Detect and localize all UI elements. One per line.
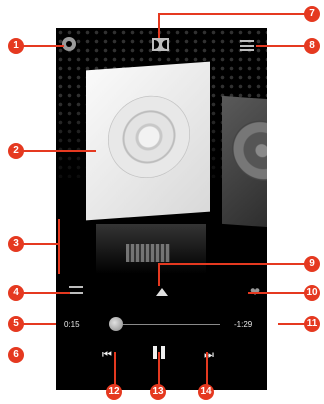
music-player-screen: ❤ 0:15 -1:29 ⏮ ⏭ bbox=[56, 28, 267, 390]
callout-6: 6 bbox=[8, 347, 24, 363]
elapsed-time: 0:15 bbox=[64, 320, 80, 329]
shuffle-icon[interactable] bbox=[69, 286, 83, 298]
dolby-icon[interactable] bbox=[152, 38, 169, 51]
remaining-time: -1:29 bbox=[234, 320, 253, 329]
disc-artwork bbox=[108, 93, 190, 181]
settings-icon[interactable] bbox=[62, 37, 76, 51]
callout-3: 3 bbox=[8, 236, 24, 252]
callout-1: 1 bbox=[8, 38, 24, 54]
playlist-icon[interactable] bbox=[240, 40, 254, 51]
callout-11: 11 bbox=[304, 316, 320, 332]
album-cover[interactable] bbox=[86, 61, 210, 221]
next-album-cover[interactable] bbox=[222, 95, 267, 229]
progress-thumb[interactable] bbox=[109, 317, 123, 331]
callout-12: 12 bbox=[106, 384, 122, 400]
callout-7: 7 bbox=[304, 6, 320, 22]
top-bar bbox=[56, 28, 267, 62]
track-info-blurred bbox=[126, 244, 170, 262]
callout-9: 9 bbox=[304, 256, 320, 272]
callout-2: 2 bbox=[8, 143, 24, 159]
callout-8: 8 bbox=[304, 38, 320, 54]
callout-5: 5 bbox=[8, 316, 24, 332]
callout-4: 4 bbox=[8, 285, 24, 301]
callout-10: 10 bbox=[304, 285, 320, 301]
progress-track[interactable] bbox=[114, 324, 220, 325]
expand-up-icon[interactable] bbox=[156, 288, 168, 296]
callout-13: 13 bbox=[150, 384, 166, 400]
callout-14: 14 bbox=[198, 384, 214, 400]
previous-icon[interactable]: ⏮ bbox=[102, 348, 112, 362]
